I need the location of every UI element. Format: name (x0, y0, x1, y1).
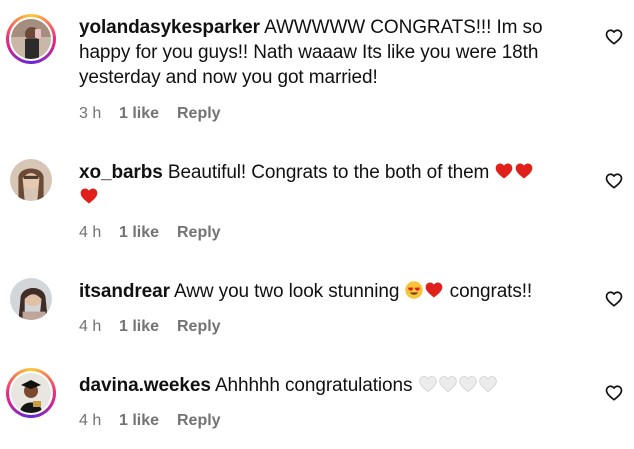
comment-body: Ahhhhh congratulations (214, 375, 413, 396)
comment-body: Aww you two look stunning (174, 281, 400, 302)
like-count[interactable]: 1 like (119, 105, 177, 123)
username[interactable]: davina.weekes (79, 375, 211, 396)
comment-text: xo_barbs Beautiful! Congrats to the both… (79, 160, 579, 210)
white-heart-emoji-icon (438, 374, 458, 394)
comment-body: Beautiful! Congrats to the both of them (167, 162, 490, 183)
red-heart-emoji-icon (424, 280, 444, 300)
avatar[interactable] (6, 368, 56, 418)
white-heart-emoji-icon (458, 374, 478, 394)
reply-button[interactable]: Reply (177, 318, 221, 336)
red-heart-emoji-icon (79, 186, 99, 206)
comment-body: congrats!! (449, 281, 533, 302)
reply-button[interactable]: Reply (177, 412, 221, 430)
heart-eyes-emoji-icon (404, 280, 424, 300)
username[interactable]: xo_barbs (79, 162, 163, 183)
reply-button[interactable]: Reply (177, 105, 221, 123)
reply-button[interactable]: Reply (177, 224, 221, 242)
timestamp: 3 h (79, 105, 102, 122)
white-heart-emoji-icon (478, 374, 498, 394)
comment-line: yesterday and now you got married! (79, 67, 378, 88)
comment-line: happy for you guys!! Nath waaaw Its like… (79, 42, 539, 63)
comment-text: yolandasykesparker AWWWWW CONGRATS!!! Im… (79, 15, 579, 90)
like-count[interactable]: 1 like (119, 318, 177, 336)
heart-outline-icon[interactable] (605, 290, 623, 308)
red-heart-emoji-icon (514, 161, 534, 181)
heart-outline-icon[interactable] (605, 172, 623, 190)
comment-text: itsandrear Aww you two look stunning con… (79, 279, 579, 304)
like-count[interactable]: 1 like (119, 224, 177, 242)
avatar[interactable] (6, 274, 56, 324)
timestamp: 4 h (79, 318, 102, 335)
comment-line: AWWWWW CONGRATS!!! Im so (264, 17, 543, 38)
like-count[interactable]: 1 like (119, 412, 177, 430)
avatar[interactable] (6, 155, 56, 205)
timestamp: 4 h (79, 224, 102, 241)
red-heart-emoji-icon (494, 161, 514, 181)
avatar[interactable] (6, 14, 56, 64)
heart-outline-icon[interactable] (605, 28, 623, 46)
username[interactable]: itsandrear (79, 281, 170, 302)
comment-text: davina.weekes Ahhhhh congratulations (79, 373, 579, 398)
heart-outline-icon[interactable] (605, 384, 623, 402)
username[interactable]: yolandasykesparker (79, 17, 260, 38)
timestamp: 4 h (79, 412, 102, 429)
white-heart-emoji-icon (418, 374, 438, 394)
